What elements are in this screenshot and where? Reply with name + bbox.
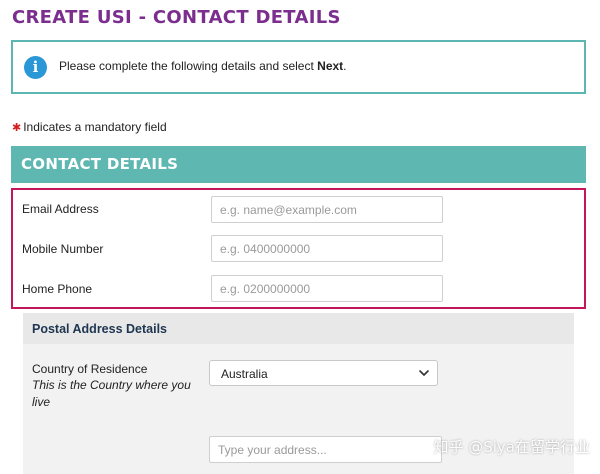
address-input[interactable] xyxy=(209,436,442,463)
info-text-before: Please complete the following details an… xyxy=(59,59,318,73)
email-input[interactable] xyxy=(211,196,443,223)
contact-details-fields: Email Address Mobile Number Home Phone xyxy=(11,188,586,309)
country-help-text: This is the Country where you live xyxy=(32,378,191,409)
postal-address-header: Postal Address Details xyxy=(23,313,574,344)
home-phone-label: Home Phone xyxy=(22,282,93,296)
mandatory-note-text: Indicates a mandatory field xyxy=(23,120,167,134)
mobile-number-label: Mobile Number xyxy=(22,242,104,256)
mobile-number-input[interactable] xyxy=(211,235,443,262)
info-icon: i xyxy=(24,56,47,79)
country-label: Country of Residence xyxy=(32,362,148,376)
info-message: Please complete the following details an… xyxy=(59,59,347,73)
email-label: Email Address xyxy=(22,202,99,216)
mandatory-note: ✱ Indicates a mandatory field xyxy=(12,120,167,134)
info-message-box: i Please complete the following details … xyxy=(11,40,586,94)
info-text-next: Next xyxy=(317,59,344,73)
country-selected-value: Australia xyxy=(221,367,268,381)
contact-details-title: CONTACT DETAILS xyxy=(21,155,179,173)
home-phone-input[interactable] xyxy=(211,275,443,302)
contact-details-header: CONTACT DETAILS xyxy=(11,146,586,183)
postal-address-title: Postal Address Details xyxy=(32,322,168,336)
info-text-after: . xyxy=(343,59,347,73)
watermark: 知乎 @Siya在留学行业 xyxy=(433,438,590,456)
maple-leaf-icon: ✱ xyxy=(12,122,22,134)
chevron-down-icon xyxy=(419,370,429,376)
page-title: CREATE USI - CONTACT DETAILS xyxy=(12,7,341,28)
country-select[interactable]: Australia xyxy=(209,360,438,386)
